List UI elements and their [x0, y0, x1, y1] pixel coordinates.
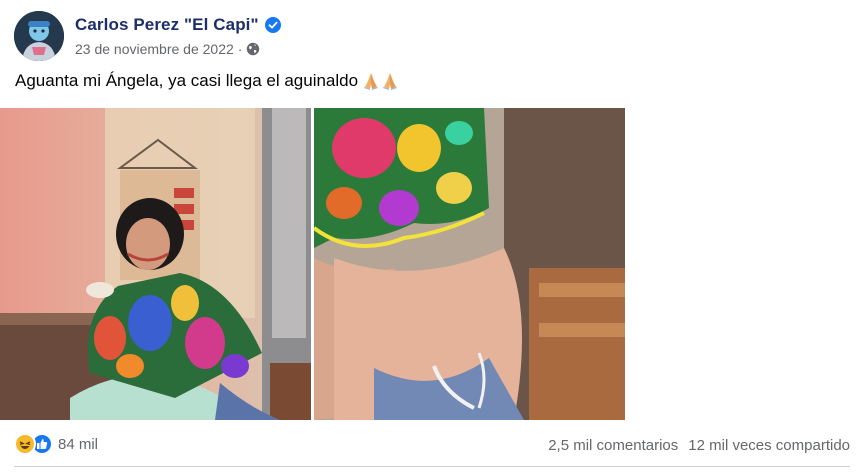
post-header: Carlos Perez "El Capi" 23 de noviembre d…	[14, 10, 281, 62]
author-avatar[interactable]	[14, 11, 64, 61]
header-text: Carlos Perez "El Capi" 23 de noviembre d…	[75, 15, 281, 57]
verified-badge-icon	[264, 17, 281, 33]
globe-icon[interactable]	[246, 42, 260, 56]
post-meta: 23 de noviembre de 2022 ·	[75, 41, 281, 57]
folded-hands-icon	[362, 72, 400, 90]
meta-separator: ·	[237, 41, 243, 57]
author-name[interactable]: Carlos Perez "El Capi"	[75, 15, 259, 35]
photo-left[interactable]	[0, 108, 311, 420]
footer-divider	[14, 466, 850, 467]
comments-count-link[interactable]: 2,5 mil comentarios	[548, 437, 678, 454]
haha-reaction-icon	[14, 433, 36, 455]
author-row: Carlos Perez "El Capi"	[75, 15, 281, 35]
post-date[interactable]: 23 de noviembre de 2022	[75, 41, 234, 57]
reactions-summary[interactable]: 84 mil	[14, 433, 98, 455]
post-footer: 84 mil 2,5 mil comentarios 12 mil veces …	[0, 430, 864, 460]
photo-right[interactable]	[314, 108, 625, 420]
post-stats: 2,5 mil comentarios 12 mil veces compart…	[548, 437, 850, 454]
post-text: Aguanta mi Ángela, ya casi llega el agui…	[15, 71, 400, 91]
reaction-count: 84 mil	[58, 435, 99, 453]
shares-count-link[interactable]: 12 mil veces compartido	[688, 437, 850, 454]
post-message: Aguanta mi Ángela, ya casi llega el agui…	[15, 71, 359, 90]
